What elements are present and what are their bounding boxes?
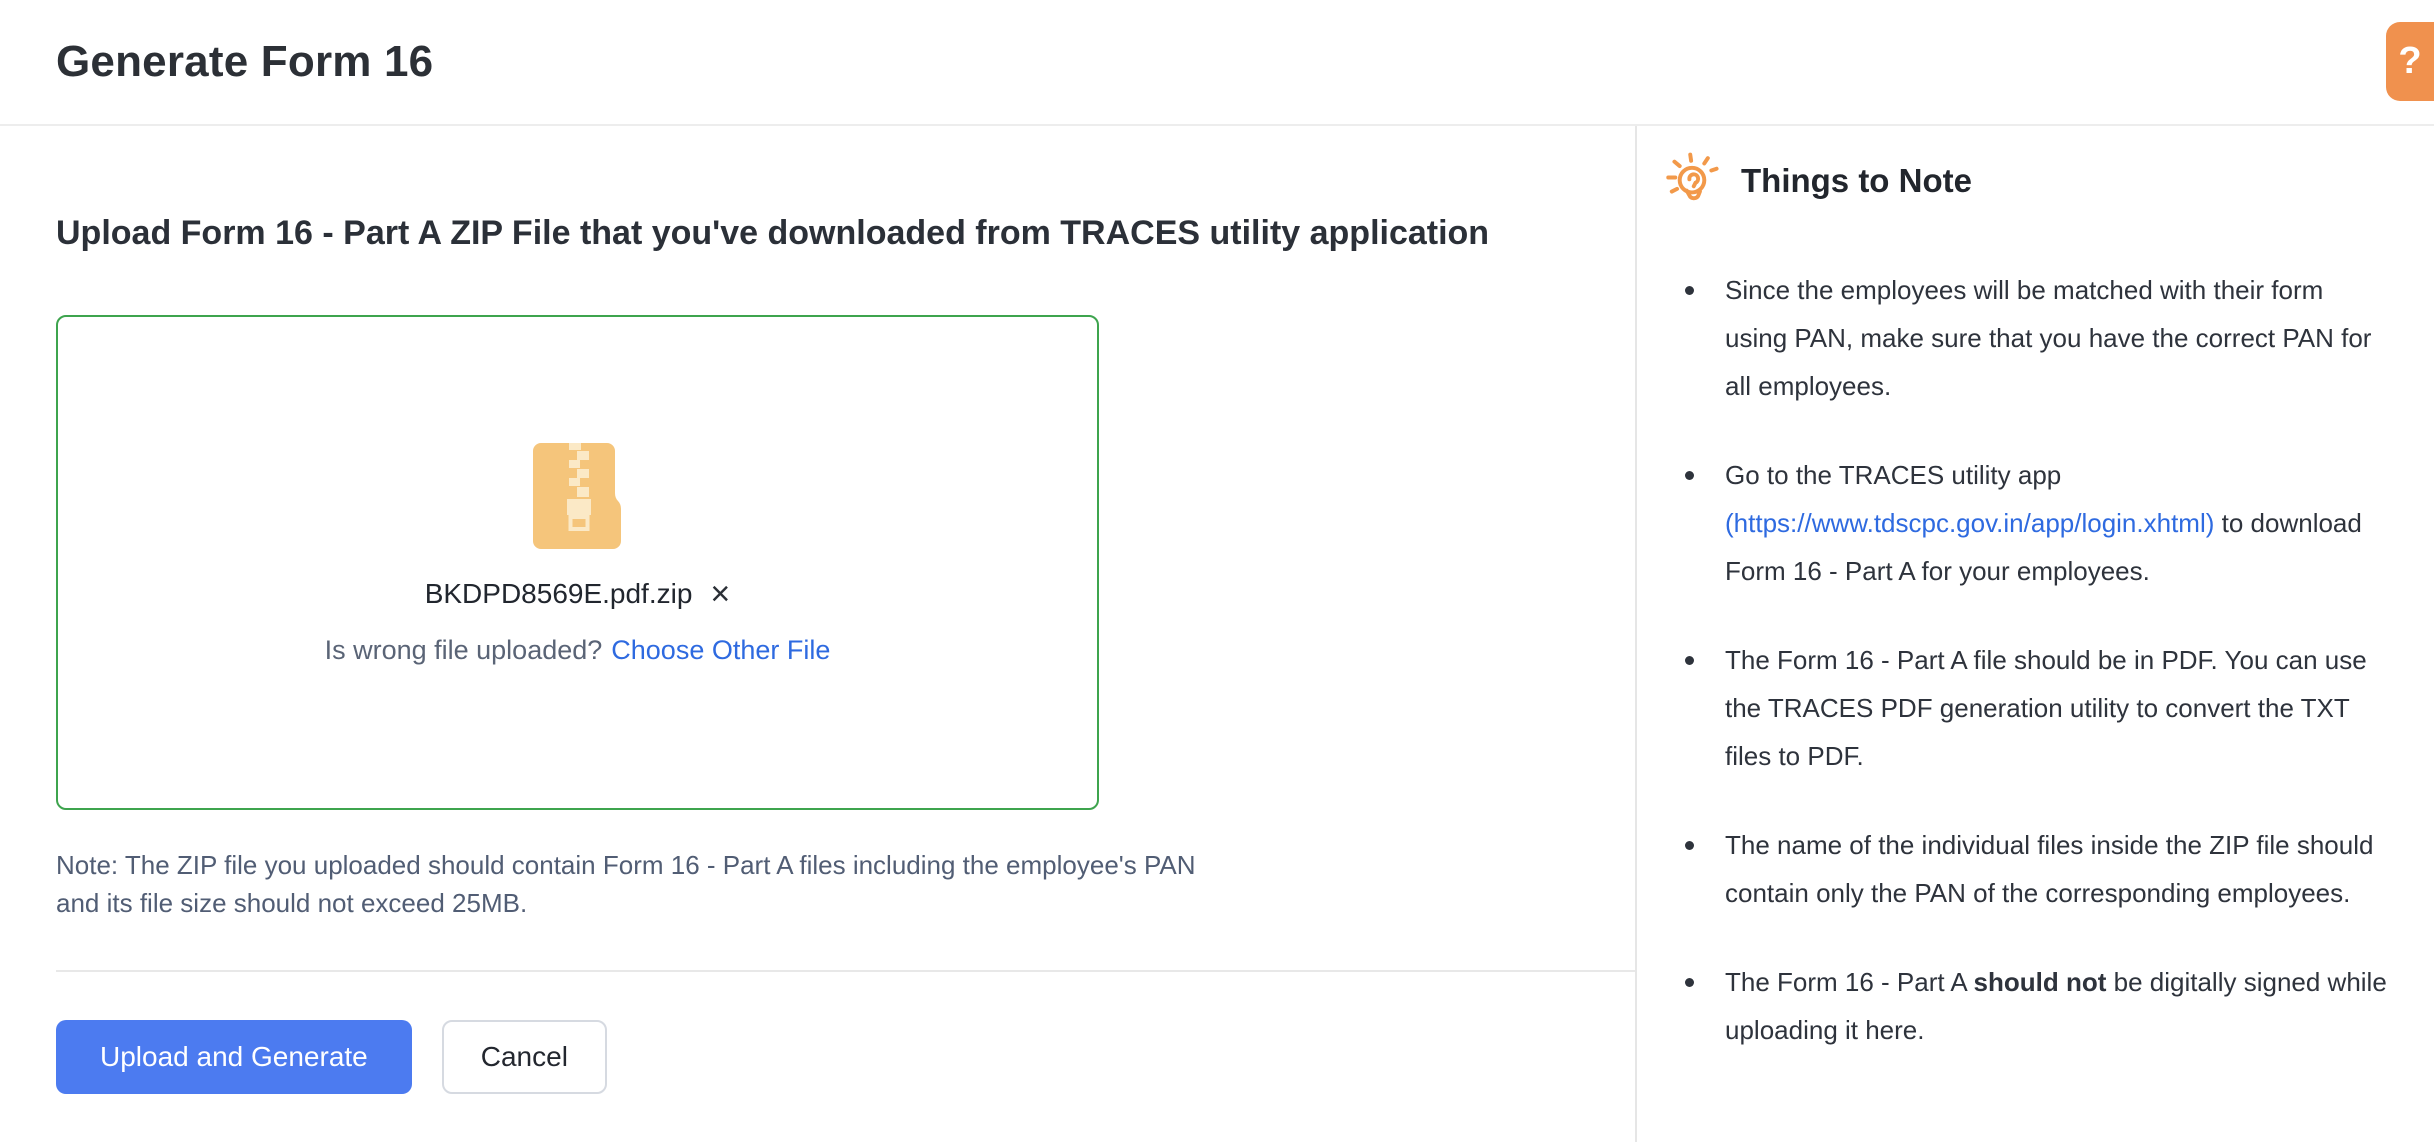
list-item: The name of the individual files inside …: [1685, 821, 2388, 917]
list-item: Since the employees will be matched with…: [1685, 266, 2388, 410]
uploaded-file-name: BKDPD8569E.pdf.zip: [425, 578, 693, 610]
note-text: Since the employees will be matched with…: [1725, 275, 2371, 401]
notes-list: Since the employees will be matched with…: [1665, 266, 2388, 1054]
remove-file-icon[interactable]: ×: [710, 577, 730, 611]
actions-row: Upload and Generate Cancel: [56, 1020, 1635, 1094]
upload-note: Note: The ZIP file you uploaded should c…: [56, 846, 1635, 922]
note-text: The Form 16 - Part A file should be in P…: [1725, 645, 2367, 771]
list-item: The Form 16 - Part A should not be digit…: [1685, 958, 2388, 1054]
main-column: Upload Form 16 - Part A ZIP File that yo…: [0, 126, 1635, 1142]
upload-note-line2: and its file size should not exceed 25MB…: [56, 884, 1635, 922]
note-text: Go to the TRACES utility app: [1725, 460, 2061, 490]
uploaded-file-row: BKDPD8569E.pdf.zip ×: [425, 577, 731, 611]
list-item: The Form 16 - Part A file should be in P…: [1685, 636, 2388, 780]
list-item: Go to the TRACES utility app (https://ww…: [1685, 451, 2388, 595]
traces-utility-link[interactable]: (https://www.tdscpc.gov.in/app/login.xht…: [1725, 508, 2214, 538]
help-button[interactable]: ?: [2386, 22, 2434, 101]
note-text: The name of the individual files inside …: [1725, 830, 2373, 908]
choose-other-file-link[interactable]: Choose Other File: [611, 635, 830, 665]
actions-divider: [56, 970, 1635, 972]
wrong-file-prompt: Is wrong file uploaded?: [325, 635, 603, 665]
reupload-row: Is wrong file uploaded? Choose Other File: [325, 635, 831, 666]
upload-dropzone[interactable]: BKDPD8569E.pdf.zip × Is wrong file uploa…: [56, 315, 1099, 810]
page-title: Generate Form 16: [56, 37, 433, 87]
note-text: The Form 16 - Part A: [1725, 967, 1974, 997]
note-text-bold: should not: [1974, 967, 2107, 997]
section-heading: Upload Form 16 - Part A ZIP File that yo…: [56, 214, 1635, 253]
sidebar-title: Things to Note: [1741, 162, 1972, 200]
generate-form16-page: Generate Form 16 ? Upload Form 16 - Part…: [0, 0, 2434, 1142]
zip-file-icon: [533, 443, 623, 549]
question-mark-icon: ?: [2398, 40, 2421, 83]
sidebar-header: Things to Note: [1665, 152, 2388, 210]
things-to-note-sidebar: Things to Note Since the employees will …: [1635, 126, 2434, 1142]
upload-note-line1: Note: The ZIP file you uploaded should c…: [56, 846, 1635, 884]
lightbulb-icon: [1665, 152, 1719, 210]
top-bar: Generate Form 16 ?: [0, 0, 2434, 126]
cancel-button[interactable]: Cancel: [442, 1020, 607, 1094]
upload-and-generate-button[interactable]: Upload and Generate: [56, 1020, 412, 1094]
content-area: Upload Form 16 - Part A ZIP File that yo…: [0, 126, 2434, 1142]
